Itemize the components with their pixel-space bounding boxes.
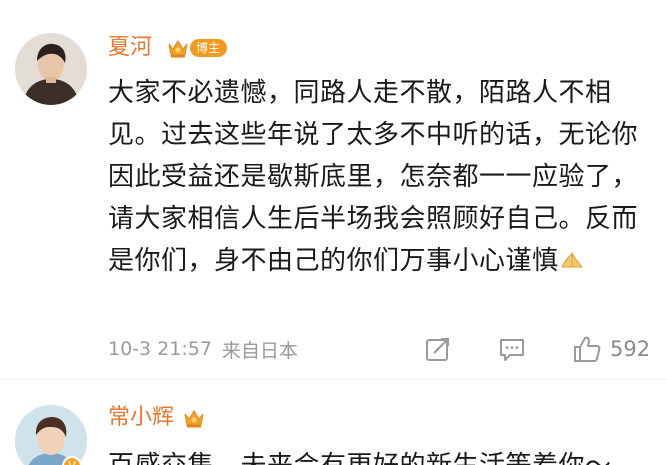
comment-header: 常小辉 — [108, 400, 206, 436]
avatar[interactable] — [15, 33, 87, 105]
comment-meta: 10-3 21:57 来自日本 592 — [108, 334, 656, 364]
comment-item: V 常小辉 百感交集，未来会有更好的新生活等着你～ — [0, 380, 667, 465]
crown-icon — [184, 410, 204, 428]
comment-text: 大家不必遗憾，同路人走不散，陌路人不相见。过去这些年说了太多不中听的话，无论你因… — [108, 72, 656, 282]
thumbs-up-icon — [574, 336, 601, 362]
like-button[interactable]: 592 — [572, 334, 650, 364]
share-button[interactable] — [424, 335, 452, 363]
timestamp: 10-3 21:57 — [108, 338, 212, 360]
source-label: 来自日本 — [221, 339, 298, 362]
comment-text: 百感交集，未来会有更好的新生活等着你～ — [108, 445, 656, 465]
badge-label: 博主 — [190, 39, 228, 57]
username[interactable]: 夏河 — [108, 30, 152, 66]
comment-item: 夏河 博主 大家不必遗憾，同路人走不散，陌路人不相见。过去这些年说了太多不中听的… — [0, 0, 667, 380]
reply-button[interactable] — [498, 335, 526, 363]
blogger-badge: 博主 — [158, 37, 228, 59]
folded-hands-emoji — [560, 252, 583, 268]
avatar-photo — [15, 33, 87, 105]
username[interactable]: 常小辉 — [108, 400, 174, 436]
share-icon — [426, 338, 449, 361]
comment-actions: 592 — [424, 334, 650, 364]
like-count: 592 — [610, 337, 651, 361]
comment-icon — [500, 339, 524, 361]
crown-icon — [168, 40, 188, 58]
comment-header: 夏河 博主 — [108, 30, 228, 66]
